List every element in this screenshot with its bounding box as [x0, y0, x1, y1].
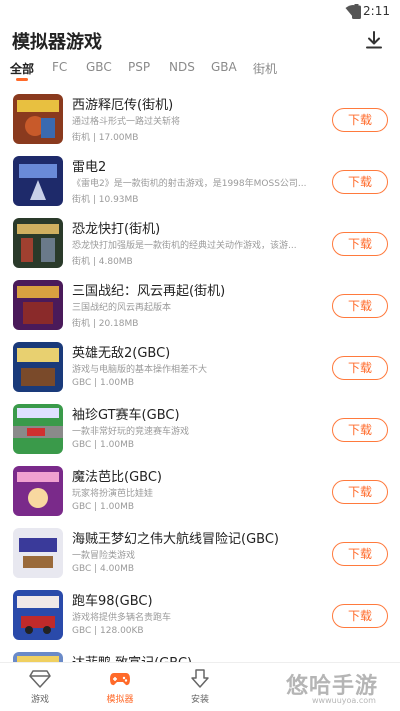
- game-meta: GBC | 4.00MB: [72, 564, 135, 574]
- game-thumbnail: [13, 94, 63, 144]
- game-meta: 街机 | 10.93MB: [72, 195, 139, 205]
- nav-install[interactable]: 安装: [170, 667, 230, 709]
- game-description: 游戏将提供多辆名贵跑车: [72, 613, 172, 623]
- game-thumbnail: [13, 280, 63, 330]
- game-description: 一款非常好玩的竞速赛车游戏: [72, 427, 190, 437]
- game-name: 魔法芭比(GBC): [72, 470, 162, 485]
- list-item[interactable]: 三国战纪：风云再起(街机) 三国战纪的风云再起版本 街机 | 20.18MB 下…: [0, 274, 400, 336]
- game-meta: 街机 | 20.18MB: [72, 319, 139, 329]
- game-description: 通过格斗形式一路过关斩将: [72, 117, 181, 127]
- gamepad-icon: [110, 673, 130, 686]
- nav-label: 模拟器: [106, 695, 134, 705]
- download-button[interactable]: 下载: [332, 604, 388, 628]
- download-button[interactable]: 下载: [332, 108, 388, 132]
- game-name: 海贼王梦幻之伟大航线冒险记(GBC): [72, 532, 279, 547]
- tab-fc[interactable]: FC: [52, 60, 67, 74]
- download-button[interactable]: 下载: [332, 542, 388, 566]
- game-name: 跑车98(GBC): [72, 594, 153, 609]
- nav-emulator[interactable]: 模拟器: [90, 667, 150, 709]
- watermark-logo: 悠哈手游 wwwuuyoa.com: [272, 668, 396, 708]
- game-description: 三国战纪的风云再起版本: [72, 303, 172, 313]
- list-item[interactable]: 英雄无敌2(GBC) 游戏与电脑版的基本操作相差不大 GBC | 1.00MB …: [0, 336, 400, 398]
- game-thumbnail: [13, 528, 63, 578]
- list-item[interactable]: 达菲鸭 致富记(GBC): [0, 646, 400, 662]
- tab-arcade[interactable]: 街机: [253, 60, 277, 77]
- game-meta: GBC | 1.00MB: [72, 378, 135, 388]
- list-item[interactable]: 魔法芭比(GBC) 玩家将扮演芭比娃娃 GBC | 1.00MB 下载: [0, 460, 400, 522]
- status-bar: 2:11: [0, 0, 400, 24]
- battery-icon: [352, 4, 361, 19]
- category-tabs: 全部 FC GBC PSP NDS GBA 街机: [0, 56, 400, 84]
- game-description: 玩家将扮演芭比娃娃: [72, 489, 154, 499]
- active-tab-indicator: [16, 78, 28, 81]
- game-thumbnail: [13, 218, 63, 268]
- game-meta: 街机 | 4.80MB: [72, 257, 133, 267]
- download-button[interactable]: 下载: [332, 232, 388, 256]
- nav-games[interactable]: 游戏: [10, 667, 70, 709]
- game-meta: GBC | 1.00MB: [72, 440, 135, 450]
- list-item[interactable]: 雷电2 《雷电2》是一款街机的射击游戏，是1998年MOSS公司... 街机 |…: [0, 150, 400, 212]
- download-button[interactable]: 下载: [332, 418, 388, 442]
- status-time: 2:11: [363, 4, 390, 18]
- tab-all[interactable]: 全部: [10, 60, 34, 77]
- download-button[interactable]: 下载: [332, 480, 388, 504]
- download-button[interactable]: 下载: [332, 356, 388, 380]
- page-title: 模拟器游戏: [12, 32, 102, 53]
- list-item[interactable]: 西游释厄传(街机) 通过格斗形式一路过关斩将 街机 | 17.00MB 下载: [0, 88, 400, 150]
- game-thumbnail: [13, 466, 63, 516]
- game-description: 一款冒险类游戏: [72, 551, 136, 561]
- download-button[interactable]: 下载: [332, 170, 388, 194]
- tab-nds[interactable]: NDS: [169, 60, 195, 74]
- tab-gbc[interactable]: GBC: [86, 60, 112, 74]
- list-item[interactable]: 袖珍GT赛车(GBC) 一款非常好玩的竞速赛车游戏 GBC | 1.00MB 下…: [0, 398, 400, 460]
- download-button[interactable]: 下载: [332, 294, 388, 318]
- tab-psp[interactable]: PSP: [128, 60, 150, 74]
- game-name: 雷电2: [72, 160, 107, 175]
- watermark-url: wwwuuyoa.com: [312, 696, 376, 705]
- game-thumbnail: [13, 342, 63, 392]
- download-icon[interactable]: [364, 30, 384, 50]
- game-thumbnail: [13, 156, 63, 206]
- nav-label: 安装: [190, 695, 209, 705]
- game-description: 恐龙快打加强版是一款街机的经典过关动作游戏，该游...: [72, 241, 297, 251]
- game-thumbnail: [13, 404, 63, 454]
- game-list: 西游释厄传(街机) 通过格斗形式一路过关斩将 街机 | 17.00MB 下载 雷…: [0, 84, 400, 662]
- game-meta: GBC | 1.00MB: [72, 502, 135, 512]
- diamond-icon: [29, 670, 51, 688]
- game-meta: 街机 | 17.00MB: [72, 133, 139, 143]
- list-item[interactable]: 恐龙快打(街机) 恐龙快打加强版是一款街机的经典过关动作游戏，该游... 街机 …: [0, 212, 400, 274]
- list-item[interactable]: 跑车98(GBC) 游戏将提供多辆名贵跑车 GBC | 128.00KB 下载: [0, 584, 400, 646]
- app-header: 模拟器游戏: [0, 24, 400, 56]
- game-thumbnail: [13, 590, 63, 640]
- game-name: 西游释厄传(街机): [72, 98, 174, 113]
- game-description: 《雷电2》是一款街机的射击游戏，是1998年MOSS公司...: [72, 179, 307, 189]
- game-name: 恐龙快打(街机): [72, 222, 161, 237]
- game-name: 袖珍GT赛车(GBC): [72, 408, 180, 423]
- game-name: 三国战纪：风云再起(街机): [72, 284, 226, 299]
- tab-gba[interactable]: GBA: [211, 60, 237, 74]
- game-description: 游戏与电脑版的基本操作相差不大: [72, 365, 208, 375]
- list-item[interactable]: 海贼王梦幻之伟大航线冒险记(GBC) 一款冒险类游戏 GBC | 4.00MB …: [0, 522, 400, 584]
- game-meta: GBC | 128.00KB: [72, 626, 144, 636]
- install-arrow-icon: [191, 669, 209, 688]
- game-name: 达菲鸭 致富记(GBC): [72, 652, 192, 662]
- game-thumbnail: [13, 652, 63, 662]
- game-name: 英雄无敌2(GBC): [72, 346, 171, 361]
- nav-label: 游戏: [30, 695, 49, 705]
